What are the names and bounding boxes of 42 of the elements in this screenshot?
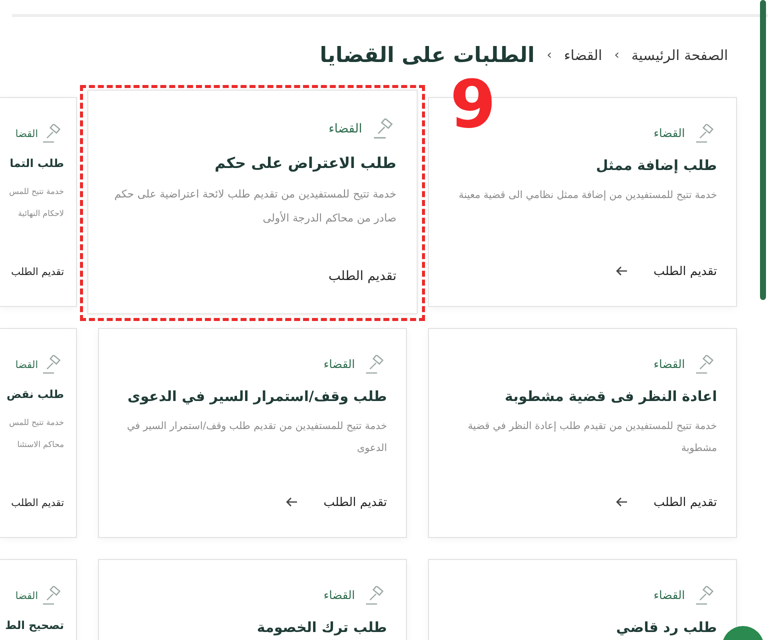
category-label: القضا — [15, 128, 38, 142]
breadcrumb-link[interactable]: الصفحة الرئيسية — [631, 46, 728, 66]
card-title: طلب الاعتراض على حكم — [214, 154, 396, 174]
card-title: طلب إضافة ممثل — [595, 157, 717, 176]
card-description: لاحكام النهائية — [18, 208, 64, 220]
scrollbar-thumb[interactable] — [760, 0, 766, 300]
card-title: طلب ترك الخصومة — [256, 619, 387, 638]
category-label: القضاء — [654, 356, 685, 374]
submit-request-link[interactable]: تقديم الطلب — [11, 496, 64, 511]
submit-request-link[interactable]: تقديم الطلب — [324, 493, 387, 511]
card-title: تصحيح الط — [4, 618, 64, 634]
category-label: القضاء — [654, 125, 685, 142]
category-label: القضا — [15, 590, 38, 604]
breadcrumb-separator: › — [546, 47, 552, 66]
card-description: خدمة تتيح للمستفيدين من تقديم طلب لائحة اعتراضية على حكم صادر من محاكم الدرجة الأولى — [113, 188, 396, 226]
submit-request-link[interactable]: تقديم الطلب — [328, 266, 396, 286]
breadcrumb-separator: › — [614, 47, 620, 66]
card-title: طلب رد قاضي — [615, 619, 717, 638]
category-label: القضاء — [324, 587, 355, 604]
card-title: طلب التما — [8, 156, 64, 172]
card-description: خدمة تتيح للمستفيدين من تقديم طلب وقف/استمرار السير في الدعوى — [126, 420, 387, 456]
arrow-left-icon — [616, 497, 628, 507]
arrow-left-icon — [286, 497, 298, 507]
card-title: طلب نقض — [6, 387, 64, 403]
annotation-number: 9 — [450, 72, 496, 138]
card-description: خدمة تتيح للمستفيدين من تقيدم طلب إعادة النظر في قضية مشطوبة — [466, 420, 717, 456]
arrow-left-icon — [616, 266, 628, 276]
category-label: القضا — [15, 358, 38, 372]
card-description: محاكم الاستئنا — [17, 438, 64, 451]
card-title: طلب وقف/استمرار السير في الدعوى — [126, 388, 387, 407]
submit-request-link[interactable]: تقديم الطلب — [11, 265, 64, 280]
submit-request-link[interactable]: تقديم الطلب — [654, 493, 717, 511]
breadcrumb-link[interactable]: القضاء — [564, 46, 602, 66]
category-label: القضاء — [654, 587, 685, 604]
category-label: القضاء — [324, 356, 355, 374]
page-title: الطلبات على القضايا — [320, 43, 535, 69]
submit-request-link[interactable]: تقديم الطلب — [654, 262, 717, 280]
card-description: خدمة تتيح للمستفيدين من إضافة ممثل نظامي الى قضية معينة — [458, 189, 717, 203]
card-description: خدمة تتيح للمس — [9, 186, 64, 198]
card-description: خدمة تتيح للمس — [9, 416, 64, 429]
card-title: اعادة النظر فى قضية مشطوبة — [504, 388, 717, 407]
category-label: القضاء — [328, 120, 362, 138]
